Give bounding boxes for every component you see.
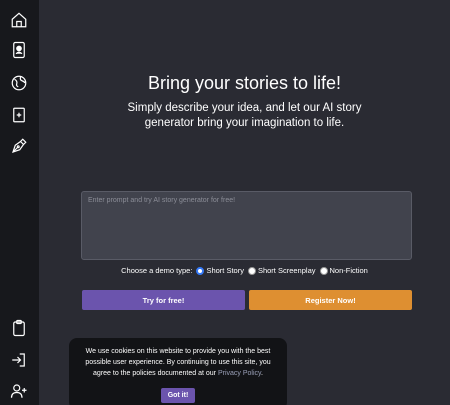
sign-in-icon[interactable]	[9, 350, 29, 370]
register-now-button[interactable]: Register Now!	[249, 290, 412, 310]
page-title: Bring your stories to life!	[147, 73, 342, 93]
got-it-button[interactable]: Got it!	[161, 388, 195, 403]
demo-type-label: Choose a demo type:	[121, 266, 193, 275]
try-for-free-button[interactable]: Try for free!	[82, 290, 245, 310]
cookie-message: We use cookies on this website to provid…	[69, 346, 287, 379]
home-icon[interactable]	[9, 10, 29, 30]
demo-option-label: Short Story	[206, 266, 244, 275]
cookie-text-tail: .	[261, 370, 263, 377]
radio-short-screenplay[interactable]	[247, 266, 256, 275]
globe-icon[interactable]	[9, 73, 29, 93]
demo-option-short-screenplay[interactable]: Short Screenplay	[246, 266, 316, 275]
main-content: Bring your stories to life! Simply descr…	[39, 0, 450, 405]
radio-short-story[interactable]	[196, 266, 205, 275]
demo-option-label: Non-Fiction	[329, 266, 368, 275]
pen-nib-icon[interactable]	[9, 136, 29, 156]
demo-option-non-fiction[interactable]: Non-Fiction	[318, 266, 368, 275]
sidebar	[0, 0, 39, 405]
add-page-icon[interactable]	[9, 105, 29, 125]
demo-option-short-story[interactable]: Short Story	[194, 266, 244, 275]
profile-card-icon[interactable]	[9, 40, 29, 60]
privacy-policy-link[interactable]: Privacy Policy	[218, 370, 261, 377]
radio-non-fiction[interactable]	[319, 266, 328, 275]
page-subtitle: Simply describe your idea, and let our A…	[127, 102, 362, 129]
demo-type-selector: Choose a demo type: Short Story Short Sc…	[39, 266, 450, 275]
cookie-banner: We use cookies on this website to provid…	[69, 338, 287, 405]
clipboard-icon[interactable]	[9, 318, 29, 338]
demo-option-label: Short Screenplay	[257, 266, 316, 275]
prompt-input[interactable]	[81, 191, 412, 260]
add-user-icon[interactable]	[9, 381, 29, 401]
